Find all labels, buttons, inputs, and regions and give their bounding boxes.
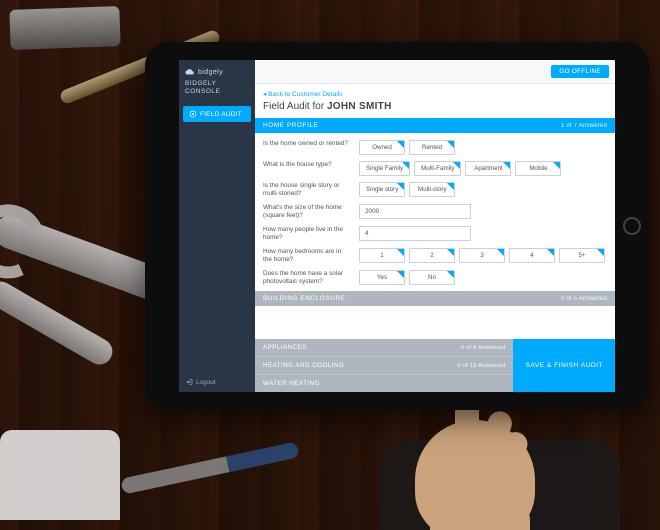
question-owned-rented: Is the home owned or rented? Owned Rente…	[255, 137, 615, 158]
question-label: Is the home owned or rented?	[263, 140, 351, 148]
section-progress: 0 of 13 Answered	[457, 363, 505, 369]
selected-corner-icon	[447, 249, 454, 256]
sidebar-item-field-audit[interactable]: FIELD AUDIT	[183, 106, 251, 122]
question-label: Does the home have a solar photovoltaic …	[263, 270, 351, 286]
section-heating-cooling[interactable]: HEATING AND COOLING 0 of 13 Answered	[255, 356, 513, 374]
selected-corner-icon	[597, 249, 604, 256]
app-screen: bidgely BIDGELY CONSOLE FIELD AUDIT Logo…	[179, 60, 615, 392]
selected-corner-icon	[447, 183, 454, 190]
selected-corner-icon	[547, 249, 554, 256]
option-rented[interactable]: Rented	[409, 140, 455, 155]
option-single-family[interactable]: Single Family	[359, 161, 410, 176]
tablet-home-button[interactable]	[623, 217, 641, 235]
section-label: HEATING AND COOLING	[263, 362, 344, 369]
brand-logo-text: bidgely	[198, 69, 223, 76]
selected-corner-icon	[453, 162, 460, 169]
option-bed-2[interactable]: 2	[409, 248, 455, 263]
title-name: JOHN SMITH	[327, 101, 392, 112]
question-label: What's the size of the home (square feet…	[263, 204, 351, 220]
footer-bar: APPLIANCES 0 of 9 Answered HEATING AND C…	[255, 339, 615, 392]
screwdriver	[120, 441, 299, 494]
brand-line1: BIDGELY	[185, 80, 249, 88]
question-house-type: What is the house type? Single Family Mu…	[255, 158, 615, 179]
save-finish-button[interactable]: SAVE & FINISH AUDIT	[513, 339, 615, 392]
selected-corner-icon	[503, 162, 510, 169]
sidebar-item-label: FIELD AUDIT	[200, 111, 242, 118]
option-solar-yes[interactable]: Yes	[359, 270, 405, 285]
cloud-icon	[185, 67, 195, 77]
logout-link[interactable]: Logout	[179, 372, 255, 392]
brand-line2: CONSOLE	[185, 88, 249, 96]
back-link-label: Back to Customer Details	[268, 91, 342, 98]
section-appliances[interactable]: APPLIANCES 0 of 9 Answered	[255, 339, 513, 356]
breadcrumb: ◂ Back to Customer Details	[255, 84, 615, 101]
brand-block: bidgely BIDGELY CONSOLE	[179, 60, 255, 102]
selected-corner-icon	[553, 162, 560, 169]
section-label: BUILDING ENCLOSURE	[263, 295, 346, 302]
option-solar-no[interactable]: No	[409, 270, 455, 285]
go-offline-button[interactable]: GO OFFLINE	[551, 65, 609, 78]
option-bed-4[interactable]: 4	[509, 248, 555, 263]
question-solar: Does the home have a solar photovoltaic …	[255, 267, 615, 289]
question-sqft: What's the size of the home (square feet…	[255, 201, 615, 223]
section-label: HOME PROFILE	[263, 122, 319, 129]
selected-corner-icon	[402, 162, 409, 169]
section-building-enclosure[interactable]: BUILDING ENCLOSURE 0 of 5 Answered	[255, 291, 615, 306]
paper-roll	[0, 430, 120, 520]
option-bed-5plus[interactable]: 5+	[559, 248, 605, 263]
selected-corner-icon	[397, 249, 404, 256]
option-bed-1[interactable]: 1	[359, 248, 405, 263]
option-owned[interactable]: Owned	[359, 140, 405, 155]
option-multi-family[interactable]: Multi-Family	[414, 161, 461, 176]
sqft-input[interactable]	[359, 204, 471, 219]
option-bed-3[interactable]: 3	[459, 248, 505, 263]
tool-pouch	[380, 440, 620, 530]
page-title: Field Audit for JOHN SMITH	[255, 101, 615, 118]
occupants-input[interactable]	[359, 226, 471, 241]
section-home-profile[interactable]: HOME PROFILE 1 of 7 Answered	[255, 118, 615, 133]
selected-corner-icon	[497, 249, 504, 256]
selected-corner-icon	[447, 271, 454, 278]
option-multi-story[interactable]: Multi-story	[409, 182, 455, 197]
question-label: How many people live in the home?	[263, 226, 351, 242]
selected-corner-icon	[397, 183, 404, 190]
selected-corner-icon	[397, 141, 404, 148]
question-label: How many bedrooms are in the home?	[263, 248, 351, 264]
selected-corner-icon	[447, 141, 454, 148]
option-mobile[interactable]: Mobile	[515, 161, 561, 176]
logout-label: Logout	[196, 379, 216, 386]
question-stories: Is the house single story or multi-stori…	[255, 179, 615, 201]
section-progress: 0 of 9 Answered	[461, 345, 506, 351]
question-bedrooms: How many bedrooms are in the home? 1 2 3…	[255, 245, 615, 267]
home-profile-form: Is the home owned or rented? Owned Rente…	[255, 133, 615, 291]
hammer-head	[9, 6, 120, 50]
target-icon	[189, 110, 197, 118]
main-panel: GO OFFLINE ◂ Back to Customer Details Fi…	[255, 60, 615, 392]
section-progress: 1 of 7 Answered	[561, 123, 607, 129]
selected-corner-icon	[397, 271, 404, 278]
question-label: What is the house type?	[263, 161, 351, 169]
tablet-frame: bidgely BIDGELY CONSOLE FIELD AUDIT Logo…	[145, 42, 649, 410]
question-occupants: How many people live in the home?	[255, 223, 615, 245]
logout-icon	[185, 378, 193, 386]
option-single-story[interactable]: Single story	[359, 182, 405, 197]
question-label: Is the house single story or multi-stori…	[263, 182, 351, 198]
topbar: GO OFFLINE	[255, 60, 615, 84]
section-label: WATER HEATING	[263, 380, 320, 387]
section-label: APPLIANCES	[263, 344, 307, 351]
back-link[interactable]: ◂ Back to Customer Details	[263, 91, 343, 98]
wrench-small	[0, 277, 117, 370]
brand-logo: bidgely	[185, 67, 249, 77]
section-water-heating[interactable]: WATER HEATING	[255, 374, 513, 392]
option-apartment[interactable]: Apartment	[465, 161, 511, 176]
section-progress: 0 of 5 Answered	[561, 296, 607, 302]
sidebar: bidgely BIDGELY CONSOLE FIELD AUDIT Logo…	[179, 60, 255, 392]
title-prefix: Field Audit for	[263, 101, 324, 112]
